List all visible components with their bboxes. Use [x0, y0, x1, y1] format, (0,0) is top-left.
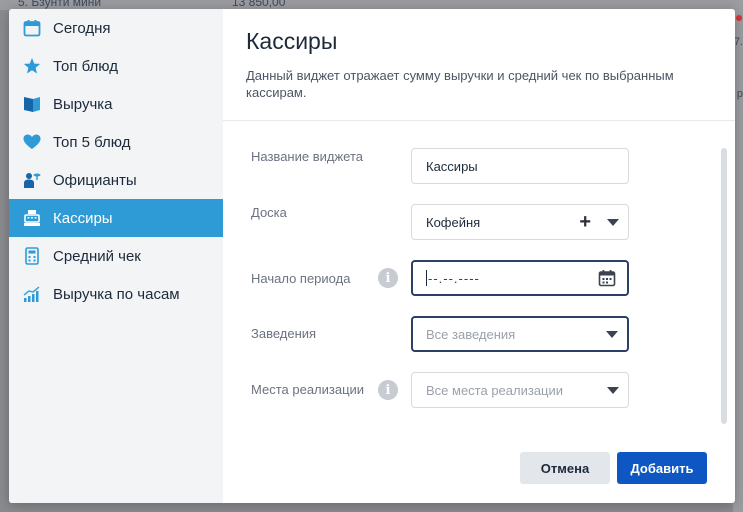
info-icon[interactable]: i	[378, 380, 398, 400]
background-status-dot	[736, 15, 742, 21]
widget-settings-panel: Кассиры Данный виджет отражает сумму выр…	[223, 9, 735, 503]
heart-icon	[23, 133, 41, 151]
widget-name-value: Кассиры	[426, 158, 478, 174]
sidebar-item-label: Средний чек	[53, 247, 141, 265]
text-cursor	[426, 270, 427, 286]
chevron-down-icon[interactable]	[607, 219, 619, 226]
venues-select[interactable]: Все заведения	[411, 316, 629, 352]
sidebar-item-average-check[interactable]: Средний чек	[9, 237, 223, 275]
widget-name-input[interactable]: Кассиры	[411, 148, 629, 184]
sidebar-item-label: Топ 5 блюд	[53, 133, 131, 151]
calendar-icon[interactable]	[598, 269, 616, 290]
period-start-value: --.--.----	[428, 270, 480, 286]
board-select[interactable]: Кофейня +	[411, 204, 629, 240]
book-icon	[23, 95, 41, 113]
header-divider	[223, 120, 735, 121]
chevron-down-icon[interactable]	[606, 331, 618, 338]
sidebar-item-label: Выручка	[53, 95, 113, 113]
sidebar-item-label: Топ блюд	[53, 57, 118, 75]
widget-name-label: Название виджета	[251, 149, 363, 164]
sidebar-item-revenue[interactable]: Выручка	[9, 85, 223, 123]
period-start-label: Начало периода	[251, 271, 351, 286]
calendar-icon	[23, 19, 41, 37]
period-start-date-input[interactable]: --.--.----	[411, 260, 629, 296]
add-button[interactable]: Добавить	[617, 452, 707, 484]
sidebar-item-cashiers[interactable]: Кассиры	[9, 199, 223, 237]
sidebar-item-top-5-dishes[interactable]: Топ 5 блюд	[9, 123, 223, 161]
waiter-icon	[23, 171, 41, 189]
page-title: Кассиры	[246, 28, 338, 54]
sidebar-item-label: Сегодня	[53, 19, 111, 37]
info-icon[interactable]: i	[378, 268, 398, 288]
form-scrollbar[interactable]	[721, 148, 727, 424]
bar-chart-icon	[23, 285, 41, 303]
widget-modal: Сегодня Топ блюд Выручка Топ 5 блюд Офиц	[9, 9, 735, 503]
sidebar-item-label: Выручка по часам	[53, 285, 180, 303]
sidebar-item-hourly-revenue[interactable]: Выручка по часам	[9, 275, 223, 313]
sidebar-item-today[interactable]: Сегодня	[9, 9, 223, 47]
calculator-icon	[23, 247, 41, 265]
background-edge-text-1: 7.	[733, 36, 743, 48]
board-value: Кофейня	[426, 214, 481, 230]
widget-description: Данный виджет отражает сумму выручки и с…	[246, 68, 674, 100]
sidebar-item-waiters[interactable]: Официанты	[9, 161, 223, 199]
sale-points-placeholder: Все места реализации	[426, 382, 564, 398]
background-row-name: 5. Бзунти мини	[18, 0, 102, 9]
board-label: Доска	[251, 205, 287, 220]
sale-points-select[interactable]: Все места реализации	[411, 372, 629, 408]
sidebar-item-top-dishes[interactable]: Топ блюд	[9, 47, 223, 85]
sale-points-label: Места реализации	[251, 382, 365, 397]
chevron-down-icon[interactable]	[607, 387, 619, 394]
cash-register-icon	[23, 209, 41, 227]
background-row-value: 13 850,00	[232, 0, 286, 9]
star-icon	[23, 57, 41, 75]
venues-label: Заведения	[251, 326, 317, 341]
widget-type-sidebar: Сегодня Топ блюд Выручка Топ 5 блюд Офиц	[9, 9, 223, 503]
cancel-button[interactable]: Отмена	[520, 452, 610, 484]
background-edge-text-2: р	[736, 88, 743, 100]
sidebar-item-label: Кассиры	[53, 209, 113, 227]
plus-icon[interactable]: +	[579, 212, 591, 232]
sidebar-item-label: Официанты	[53, 171, 137, 189]
venues-placeholder: Все заведения	[426, 326, 516, 342]
